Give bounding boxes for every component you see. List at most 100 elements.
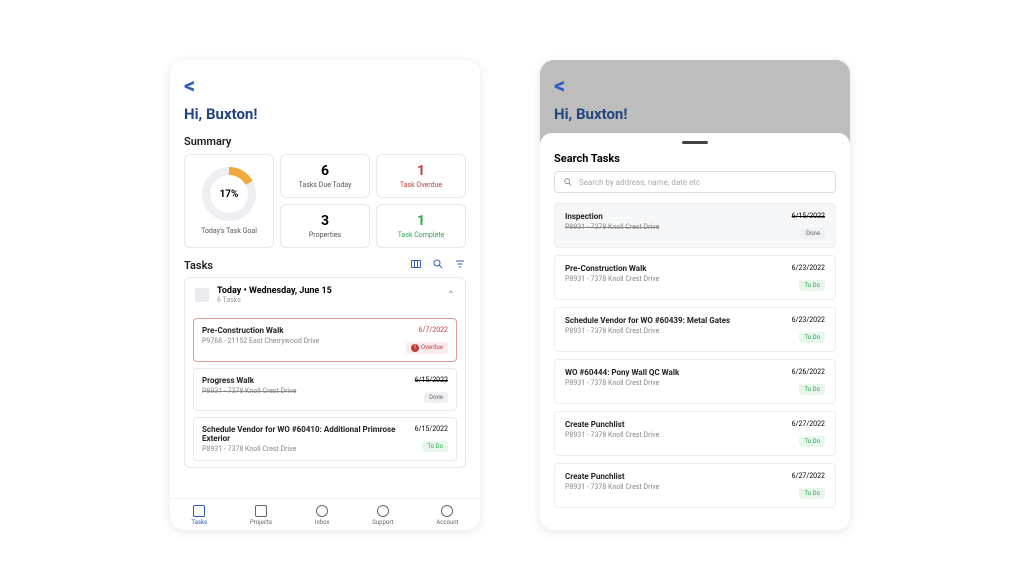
result-title: WO #60444: Pony Wall QC Walk: [565, 368, 679, 377]
result-date: 6/15/2022: [792, 212, 825, 220]
stat-card[interactable]: 1 Task Complete: [376, 204, 466, 248]
result-title: Pre-Construction Walk: [565, 264, 659, 273]
task-card[interactable]: Pre-Construction Walk P9768 - 21152 East…: [193, 318, 457, 362]
goal-card[interactable]: 17% Today's Task Goal: [184, 154, 274, 248]
stat-number: 6: [321, 163, 329, 179]
task-group-header[interactable]: Today • Wednesday, June 15 6 Tasks ⌃: [185, 278, 465, 312]
map-icon[interactable]: [410, 258, 422, 273]
phone-dashboard: < Hi, Buxton! Summary 17% Today's Task G…: [170, 60, 480, 530]
group-subtitle: 6 Tasks: [217, 296, 332, 304]
greeting-text: Hi, Buxton!: [554, 105, 836, 123]
result-title: Create Punchlist: [565, 420, 659, 429]
stat-number: 1: [417, 213, 425, 229]
account-icon: [441, 505, 453, 517]
result-subtitle: P8931 - 7378 Knoll Crest Drive: [565, 379, 679, 387]
tasks-label: Tasks: [184, 259, 213, 272]
search-result[interactable]: Create Punchlist P8931 - 7378 Knoll Cres…: [554, 411, 836, 456]
stat-card[interactable]: 1 Task Overdue: [376, 154, 466, 198]
result-date: 6/23/2022: [792, 264, 825, 272]
nav-item-support[interactable]: Support: [372, 505, 393, 526]
status-badge: To Do: [799, 436, 825, 447]
search-input-wrap[interactable]: [554, 171, 836, 193]
search-result[interactable]: Inspection P8931 - 7378 Knoll Crest Driv…: [554, 203, 836, 248]
tasks-icon: [193, 505, 205, 517]
nav-label: Support: [372, 519, 393, 526]
nav-label: Tasks: [191, 519, 207, 526]
task-title: Schedule Vendor for WO #60410: Additiona…: [202, 425, 407, 443]
task-title: Pre-Construction Walk: [202, 326, 319, 335]
stat-label: Properties: [309, 231, 341, 239]
nav-item-projects[interactable]: Projects: [250, 505, 272, 526]
result-date: 6/27/2022: [792, 420, 825, 428]
task-date: 6/7/2022: [406, 326, 448, 334]
calendar-icon: [195, 288, 209, 302]
nav-label: Account: [436, 519, 458, 526]
nav-label: Inbox: [315, 519, 330, 526]
sheet-handle[interactable]: [682, 141, 708, 144]
nav-item-account[interactable]: Account: [436, 505, 458, 526]
status-badge: To Do: [799, 332, 825, 343]
logo-icon: <: [184, 74, 466, 99]
status-badge: Done: [801, 228, 825, 239]
result-date: 6/23/2022: [792, 316, 825, 324]
result-subtitle: P8931 - 7378 Knoll Crest Drive: [565, 275, 659, 283]
alert-icon: !: [411, 344, 419, 352]
status-badge: !Overdue: [406, 342, 448, 354]
stat-number: 3: [321, 213, 329, 229]
nav-label: Projects: [250, 519, 272, 526]
task-subtitle: P8931 - 7378 Knoll Crest Drive: [202, 445, 407, 453]
task-subtitle: P8931 - 7378 Knoll Crest Drive: [202, 387, 296, 395]
stat-card[interactable]: 6 Tasks Due Today: [280, 154, 370, 198]
task-group: Today • Wednesday, June 15 6 Tasks ⌃ Pre…: [184, 277, 466, 468]
search-icon[interactable]: [432, 258, 444, 273]
search-result[interactable]: Create Punchlist P8931 - 7378 Knoll Cres…: [554, 463, 836, 508]
group-title: Today • Wednesday, June 15: [217, 286, 332, 296]
result-subtitle: P8931 - 7378 Knoll Crest Drive: [565, 483, 659, 491]
status-badge: To Do: [422, 441, 448, 452]
summary-label: Summary: [170, 129, 480, 154]
bottom-nav: Tasks Projects Inbox Support Account: [170, 498, 480, 530]
stat-card[interactable]: 3 Properties: [280, 204, 370, 248]
progress-donut: 17%: [202, 167, 256, 221]
search-result[interactable]: Pre-Construction Walk P8931 - 7378 Knoll…: [554, 255, 836, 300]
goal-label: Today's Task Goal: [201, 227, 257, 235]
result-title: Create Punchlist: [565, 472, 659, 481]
search-result[interactable]: Schedule Vendor for WO #60439: Metal Gat…: [554, 307, 836, 352]
status-badge: To Do: [799, 384, 825, 395]
result-title: Inspection: [565, 212, 659, 221]
logo-icon: <: [554, 74, 836, 99]
greeting-text: Hi, Buxton!: [184, 105, 466, 123]
task-card[interactable]: Progress Walk P8931 - 7378 Knoll Crest D…: [193, 368, 457, 411]
status-badge: Done: [424, 392, 448, 403]
search-icon: [563, 177, 573, 187]
status-badge: To Do: [799, 280, 825, 291]
result-date: 6/26/2022: [792, 368, 825, 376]
projects-icon: [255, 505, 267, 517]
task-card[interactable]: Schedule Vendor for WO #60410: Additiona…: [193, 417, 457, 461]
support-icon: [377, 505, 389, 517]
result-subtitle: P8931 - 7378 Knoll Crest Drive: [565, 223, 659, 231]
stat-number: 1: [417, 163, 425, 179]
stat-label: Task Overdue: [400, 181, 442, 189]
task-date: 6/15/2022: [415, 376, 448, 384]
filter-icon[interactable]: [454, 258, 466, 273]
phone-search: < Hi, Buxton! Search Tasks Inspection P8…: [540, 60, 850, 530]
nav-item-tasks[interactable]: Tasks: [191, 505, 207, 526]
result-subtitle: P8931 - 7378 Knoll Crest Drive: [565, 327, 730, 335]
search-input[interactable]: [579, 178, 827, 187]
search-result[interactable]: WO #60444: Pony Wall QC Walk P8931 - 737…: [554, 359, 836, 404]
task-title: Progress Walk: [202, 376, 296, 385]
result-title: Schedule Vendor for WO #60439: Metal Gat…: [565, 316, 730, 325]
search-sheet: Search Tasks Inspection P8931 - 7378 Kno…: [540, 133, 850, 530]
nav-item-inbox[interactable]: Inbox: [315, 505, 330, 526]
summary-grid: 17% Today's Task Goal 6 Tasks Due Today1…: [170, 154, 480, 248]
stat-label: Tasks Due Today: [299, 181, 352, 189]
stat-label: Task Complete: [398, 231, 445, 239]
result-date: 6/27/2022: [792, 472, 825, 480]
inbox-icon: [316, 505, 328, 517]
task-subtitle: P9768 - 21152 East Cherrywood Drive: [202, 337, 319, 345]
status-badge: To Do: [799, 488, 825, 499]
progress-percent: 17%: [210, 175, 248, 213]
search-title: Search Tasks: [554, 152, 836, 165]
chevron-up-icon: ⌃: [447, 290, 455, 301]
